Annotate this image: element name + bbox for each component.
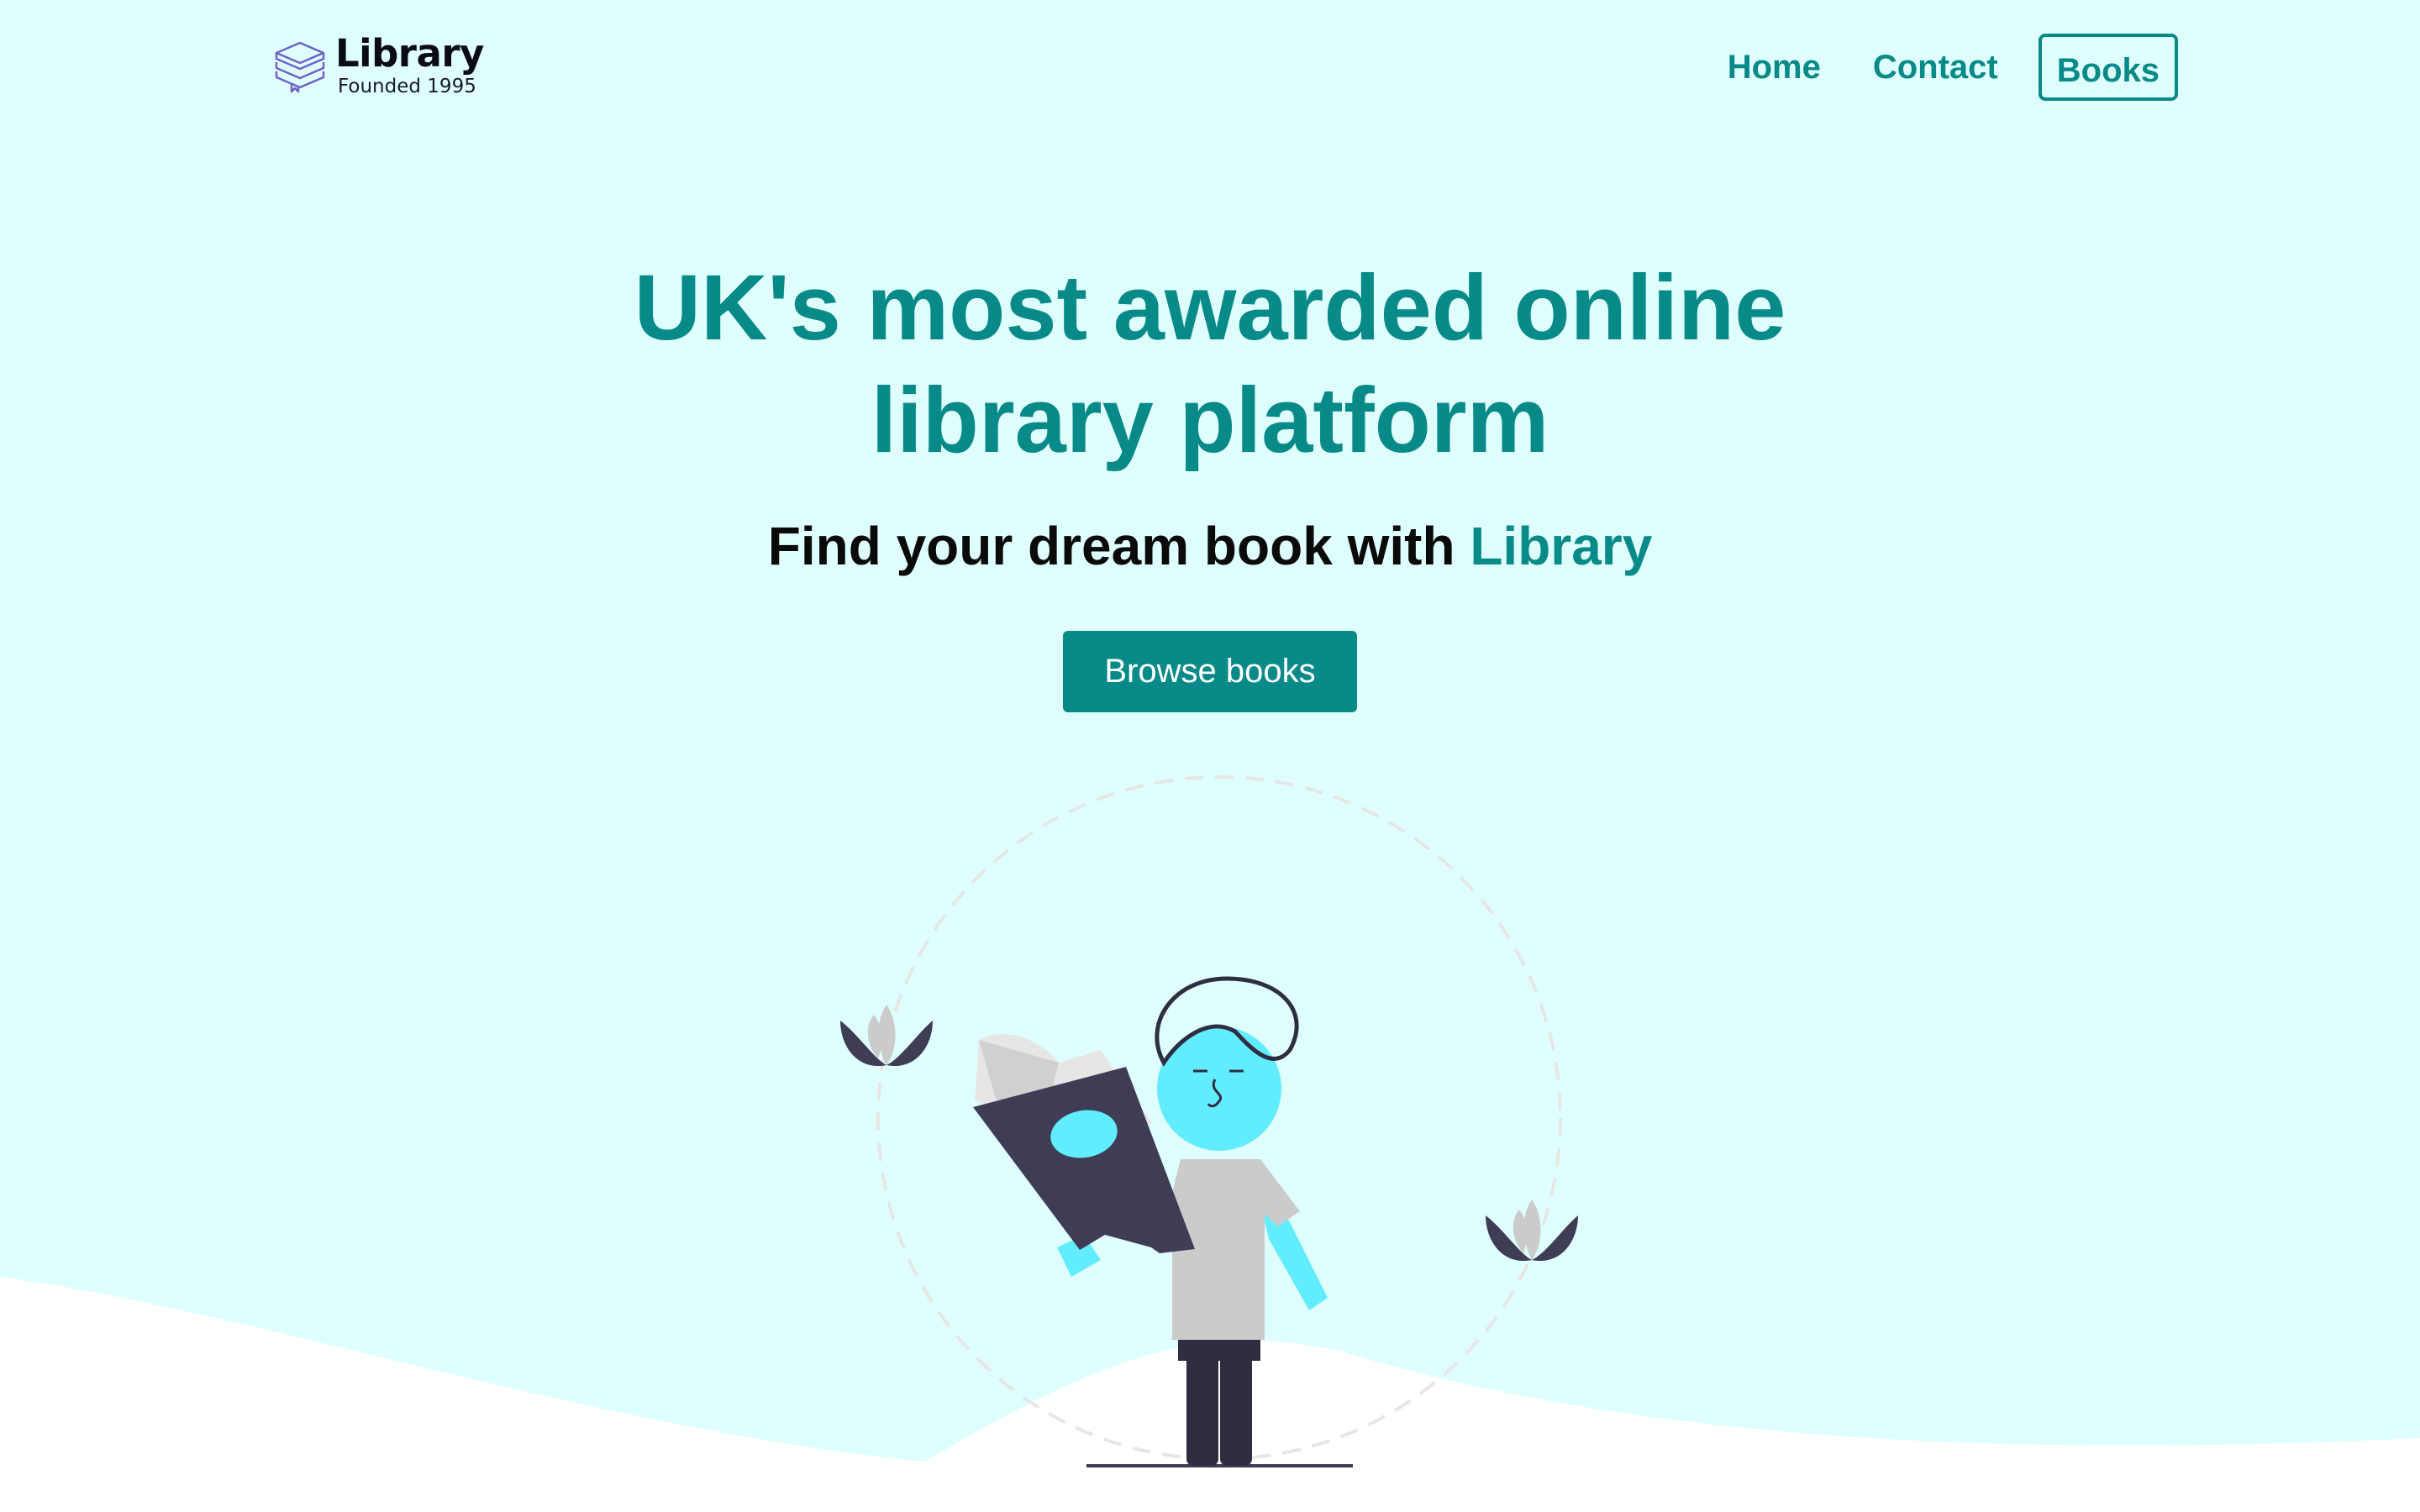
- hero-illustration: [0, 775, 2420, 1512]
- hero-subtitle: Find your dream book with Library: [0, 512, 2420, 580]
- brand-tagline: Founded 1995: [338, 76, 476, 97]
- browse-books-button[interactable]: Browse books: [1063, 631, 1357, 712]
- hero-subtitle-accent: Library: [1470, 516, 1653, 576]
- brand-logo[interactable]: Library Founded 1995: [273, 32, 484, 97]
- main-nav: Home Contact Books: [1728, 30, 2178, 104]
- stacked-books-icon: [275, 41, 325, 93]
- brand-name: Library: [335, 31, 484, 76]
- hero-title-line2: library platform: [871, 369, 1549, 472]
- nav-contact-link[interactable]: Contact: [1873, 49, 1998, 87]
- hero-title-line1: UK's most awarded online: [634, 256, 1786, 360]
- nav-books-button[interactable]: Books: [2038, 34, 2178, 101]
- nav-home-link[interactable]: Home: [1728, 49, 1821, 87]
- hero-title: UK's most awarded online library platfor…: [0, 252, 2420, 477]
- plant-left: [840, 1005, 933, 1067]
- hero-subtitle-prefix: Find your dream book with: [767, 516, 1455, 576]
- plant-right: [1486, 1200, 1578, 1262]
